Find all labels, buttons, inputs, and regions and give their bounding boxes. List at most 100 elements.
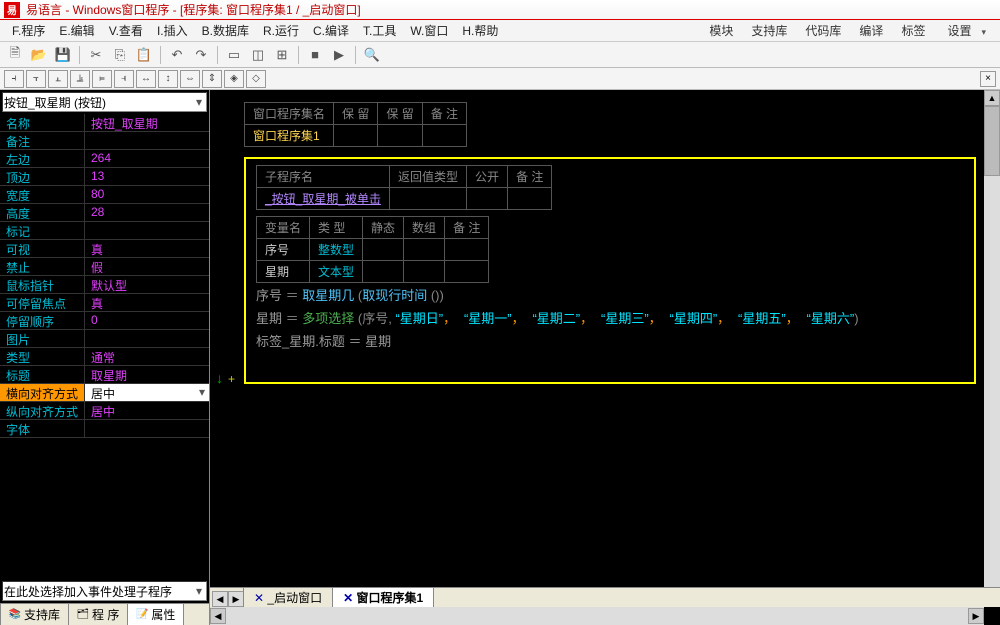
- layout2-icon[interactable]: ◫: [247, 44, 269, 66]
- prop-row-标记[interactable]: 标记: [0, 222, 209, 240]
- run-icon[interactable]: ▶: [328, 44, 350, 66]
- code-editor[interactable]: ↓ + 窗口程序集名 保 留 保 留 备 注 窗口程序集1 子程: [210, 90, 1000, 625]
- distribute-v-icon[interactable]: ⇕: [202, 70, 222, 88]
- prop-row-纵向对齐方式[interactable]: 纵向对齐方式居中: [0, 402, 209, 420]
- sidetab-props[interactable]: 📝属性: [127, 603, 184, 625]
- prop-row-图片[interactable]: 图片: [0, 330, 209, 348]
- menu-edit[interactable]: E.编辑: [53, 20, 100, 41]
- menu-view[interactable]: V.查看: [103, 20, 149, 41]
- var-row[interactable]: 星期 文本型: [257, 261, 489, 283]
- tab-startwindow[interactable]: ✕ _启动窗口: [243, 587, 333, 607]
- prop-value[interactable]: 80: [85, 186, 209, 203]
- align-right-icon[interactable]: ⫠: [48, 70, 68, 88]
- sub-name[interactable]: _按钮_取星期_被单击: [257, 188, 390, 210]
- scrollbar-horizontal[interactable]: ◀ ▶: [210, 607, 984, 625]
- distribute-h-icon[interactable]: ⇔: [180, 70, 200, 88]
- prop-value[interactable]: 28: [85, 204, 209, 221]
- menu-tools[interactable]: T.工具: [357, 20, 402, 41]
- tab-programset[interactable]: ✕ 窗口程序集1: [332, 587, 434, 607]
- align-middle-icon[interactable]: ⫢: [92, 70, 112, 88]
- menu-insert[interactable]: I.插入: [151, 20, 194, 41]
- center-h-icon[interactable]: ◈: [224, 70, 244, 88]
- prop-row-顶边[interactable]: 顶边13: [0, 168, 209, 186]
- prop-row-备注[interactable]: 备注: [0, 132, 209, 150]
- tab-prev-icon[interactable]: ◀: [212, 591, 228, 607]
- prop-value[interactable]: [85, 132, 209, 149]
- menu-window[interactable]: W.窗口: [404, 20, 454, 41]
- prop-value[interactable]: [85, 330, 209, 347]
- panel-close-icon[interactable]: ×: [980, 71, 996, 87]
- paste-icon[interactable]: 📋: [133, 44, 155, 66]
- prop-row-名称[interactable]: 名称按钮_取星期: [0, 114, 209, 132]
- menu-compile[interactable]: C.编译: [307, 20, 355, 41]
- prop-value[interactable]: 居中: [85, 402, 209, 419]
- sidetab-support[interactable]: 📚支持库: [0, 603, 69, 625]
- prop-row-横向对齐方式[interactable]: 横向对齐方式居中: [0, 384, 209, 402]
- rmenu-lib[interactable]: 支持库: [747, 20, 791, 41]
- scroll-right-icon[interactable]: ▶: [968, 608, 984, 624]
- prop-value[interactable]: [85, 420, 209, 437]
- prop-value[interactable]: 真: [85, 294, 209, 311]
- cut-icon[interactable]: ✂: [85, 44, 107, 66]
- prop-value[interactable]: 取星期: [85, 366, 209, 383]
- code-line-2[interactable]: 星期 ＝ 多项选择 (序号, “星期日”， “星期一”， “星期二”， “星期三…: [252, 306, 968, 329]
- prop-row-左边[interactable]: 左边264: [0, 150, 209, 168]
- prop-value[interactable]: 真: [85, 240, 209, 257]
- prop-row-停留顺序[interactable]: 停留顺序0: [0, 312, 209, 330]
- save-icon[interactable]: 💾: [52, 44, 74, 66]
- prop-value[interactable]: 默认型: [85, 276, 209, 293]
- prop-row-鼠标指针[interactable]: 鼠标指针默认型: [0, 276, 209, 294]
- rmenu-tags[interactable]: 标签: [897, 20, 929, 41]
- sidetab-program[interactable]: 🗂程 序: [68, 603, 128, 625]
- code-line-3[interactable]: 标签_星期.标题 ＝ 星期: [252, 329, 968, 352]
- layout1-icon[interactable]: ▭: [223, 44, 245, 66]
- copy-icon[interactable]: ⎘: [109, 44, 131, 66]
- scrollbar-vertical[interactable]: ▲ ▼: [984, 90, 1000, 607]
- expand-marker-icon[interactable]: +: [228, 372, 235, 386]
- scroll-left-icon[interactable]: ◀: [210, 608, 226, 624]
- align-left-icon[interactable]: ⫞: [4, 70, 24, 88]
- rmenu-compile[interactable]: 编译: [855, 20, 887, 41]
- prop-value[interactable]: 通常: [85, 348, 209, 365]
- menu-run[interactable]: R.运行: [257, 20, 305, 41]
- prop-value[interactable]: 13: [85, 168, 209, 185]
- stop-icon[interactable]: ■: [304, 44, 326, 66]
- rmenu-settings[interactable]: 设置▾: [939, 20, 994, 41]
- rmenu-module[interactable]: 模块: [705, 20, 737, 41]
- rmenu-codelib[interactable]: 代码库: [801, 20, 845, 41]
- prop-value[interactable]: 假: [85, 258, 209, 275]
- prop-row-高度[interactable]: 高度28: [0, 204, 209, 222]
- code-line-1[interactable]: 序号 ＝ 取星期几 (取现行时间 ()): [252, 283, 968, 306]
- module-name[interactable]: 窗口程序集1: [245, 125, 334, 147]
- prop-row-类型[interactable]: 类型通常: [0, 348, 209, 366]
- prop-row-可停留焦点[interactable]: 可停留焦点真: [0, 294, 209, 312]
- center-v-icon[interactable]: ◇: [246, 70, 266, 88]
- same-height-icon[interactable]: ↕: [158, 70, 178, 88]
- scroll-up-icon[interactable]: ▲: [984, 90, 1000, 106]
- align-top-icon[interactable]: ⫡: [70, 70, 90, 88]
- prop-value[interactable]: 按钮_取星期: [85, 114, 209, 131]
- layout3-icon[interactable]: ⊞: [271, 44, 293, 66]
- event-selector[interactable]: 在此处选择加入事件处理子程序: [2, 581, 207, 601]
- prop-value[interactable]: 264: [85, 150, 209, 167]
- scroll-thumb[interactable]: [984, 106, 1000, 176]
- align-bottom-icon[interactable]: ⫣: [114, 70, 134, 88]
- tab-next-icon[interactable]: ▶: [228, 591, 244, 607]
- prop-value[interactable]: 居中: [85, 384, 209, 401]
- prop-row-字体[interactable]: 字体: [0, 420, 209, 438]
- prop-value[interactable]: 0: [85, 312, 209, 329]
- open-icon[interactable]: 📂: [28, 44, 50, 66]
- same-width-icon[interactable]: ↔: [136, 70, 156, 88]
- menu-database[interactable]: B.数据库: [196, 20, 255, 41]
- new-icon[interactable]: 🗎: [4, 44, 26, 66]
- control-selector[interactable]: 按钮_取星期 (按钮): [2, 92, 207, 112]
- prop-row-禁止[interactable]: 禁止假: [0, 258, 209, 276]
- prop-row-标题[interactable]: 标题取星期: [0, 366, 209, 384]
- align-center-h-icon[interactable]: ⫟: [26, 70, 46, 88]
- var-row[interactable]: 序号 整数型: [257, 239, 489, 261]
- prop-row-宽度[interactable]: 宽度80: [0, 186, 209, 204]
- prop-value[interactable]: [85, 222, 209, 239]
- prop-row-可视[interactable]: 可视真: [0, 240, 209, 258]
- undo-icon[interactable]: ↶: [166, 44, 188, 66]
- menu-program[interactable]: F.程序: [6, 20, 51, 41]
